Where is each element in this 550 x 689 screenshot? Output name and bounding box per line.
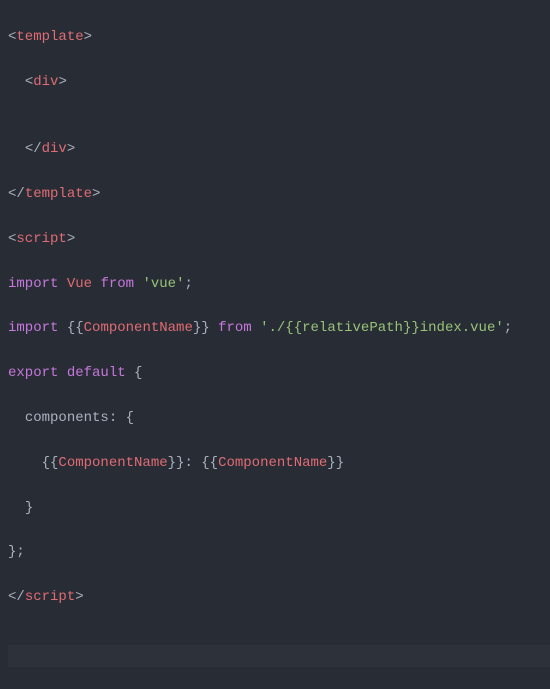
code-line: </script> <box>8 586 550 608</box>
tag-name: template <box>25 186 92 202</box>
string-literal: './{{ <box>260 320 302 336</box>
angle-close: > <box>75 589 83 605</box>
angle-close: > <box>67 231 75 247</box>
tag-name: script <box>25 589 75 605</box>
code-line: export default { <box>8 362 550 384</box>
angle-close: > <box>58 74 66 90</box>
string-literal: 'vue' <box>142 276 184 292</box>
tag-name: template <box>16 29 83 45</box>
code-line: <template> <box>8 26 550 48</box>
angle-open: </ <box>8 589 25 605</box>
code-line: } <box>8 497 550 519</box>
identifier: Vue <box>67 276 92 292</box>
keyword-from: from <box>218 320 252 336</box>
code-line: {{ComponentName}}: {{ComponentName}} <box>8 452 550 474</box>
code-line: components: { <box>8 407 550 429</box>
code-editor[interactable]: <template> <div> </div> </template> <scr… <box>0 0 550 689</box>
cursor-line-highlight <box>8 645 550 667</box>
identifier: ComponentName <box>218 455 327 471</box>
code-line: <script> <box>8 228 550 250</box>
angle-close: > <box>67 141 75 157</box>
keyword-from: from <box>100 276 134 292</box>
angle-open: </ <box>8 186 25 202</box>
keyword-import: import <box>8 320 58 336</box>
tag-name: div <box>33 74 58 90</box>
code-line: import {{ComponentName}} from './{{relat… <box>8 317 550 339</box>
code-line: <div> <box>8 71 550 93</box>
keyword-export: export <box>8 365 58 381</box>
angle-open: </ <box>25 141 42 157</box>
code-line: </template> <box>8 183 550 205</box>
angle-close: > <box>92 186 100 202</box>
angle-open: < <box>25 74 33 90</box>
code-line: }; <box>8 541 550 563</box>
identifier: ComponentName <box>84 320 193 336</box>
tag-name: script <box>16 231 66 247</box>
identifier: ComponentName <box>58 455 167 471</box>
property: components <box>25 410 109 426</box>
tag-name: div <box>42 141 67 157</box>
code-line: import Vue from 'vue'; <box>8 273 550 295</box>
angle-close: > <box>84 29 92 45</box>
code-line: </div> <box>8 138 550 160</box>
keyword-import: import <box>8 276 58 292</box>
keyword-default: default <box>67 365 126 381</box>
